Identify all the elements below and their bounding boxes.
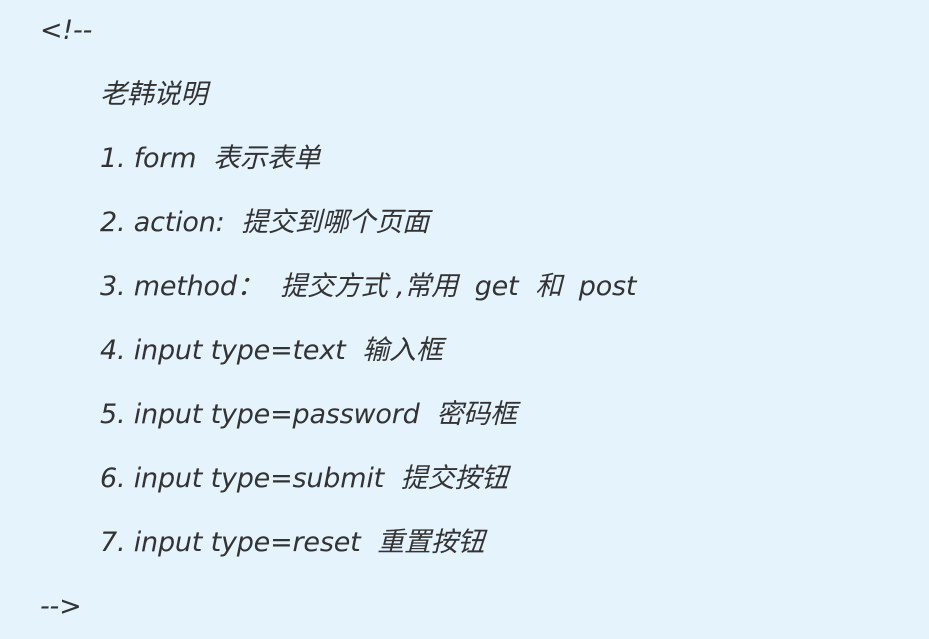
comment-line-input-submit: 6. input type=submit 提交按钮 [100, 463, 508, 494]
comment-open-marker: <!-- [40, 15, 93, 46]
comment-line-method: 3. method： 提交方式 ,常用 get 和 post [100, 271, 637, 302]
comment-line-form: 1. form 表示表单 [100, 143, 321, 174]
comment-line-action: 2. action: 提交到哪个页面 [100, 207, 429, 238]
code-comment-block: <!-- 老韩说明 1. form 表示表单 2. action: 提交到哪个页… [0, 0, 929, 639]
comment-line-input-reset: 7. input type=reset 重置按钮 [100, 527, 485, 558]
comment-line-input-text: 4. input type=text 输入框 [100, 335, 443, 366]
comment-heading: 老韩说明 [100, 79, 208, 110]
comment-line-input-password: 5. input type=password 密码框 [100, 399, 517, 430]
comment-close-marker: --> [40, 591, 82, 622]
